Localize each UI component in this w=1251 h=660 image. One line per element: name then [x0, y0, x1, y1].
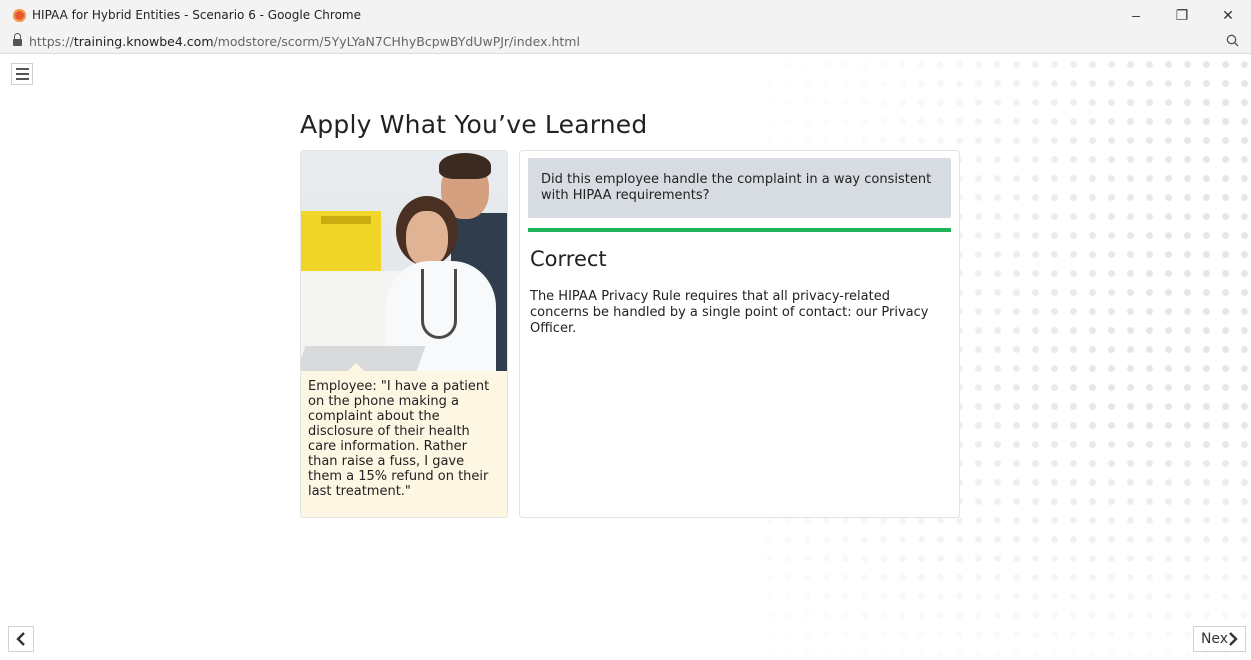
lock-icon[interactable]	[13, 32, 22, 47]
url-path: /modstore/scorm/5YyLYaN7CHhyBcpwBYdUwPJr…	[213, 34, 580, 49]
page-title: Apply What You’ve Learned	[300, 110, 648, 139]
scenario-card: Employee: "I have a patient on the phone…	[300, 150, 508, 518]
feedback-title: Correct	[530, 247, 607, 271]
chevron-right-icon	[1229, 632, 1238, 646]
course-content: Apply What You’ve Learned Employee: "I h…	[0, 55, 1251, 660]
window-controls: – ❐ ✕	[1113, 0, 1251, 30]
close-button[interactable]: ✕	[1205, 0, 1251, 30]
chevron-left-icon	[16, 632, 25, 646]
question-text: Did this employee handle the complaint i…	[528, 158, 951, 218]
question-card: Did this employee handle the complaint i…	[519, 150, 960, 518]
minimize-button[interactable]: –	[1113, 0, 1159, 30]
restore-button[interactable]: ❐	[1159, 0, 1205, 30]
hamburger-menu-icon[interactable]	[11, 63, 33, 85]
scenario-photo	[301, 151, 507, 371]
previous-button[interactable]	[8, 626, 34, 652]
url-domain: training.knowbe4.com	[73, 34, 214, 49]
next-label: Nex	[1200, 631, 1229, 647]
feedback-text: The HIPAA Privacy Rule requires that all…	[530, 289, 929, 336]
window-title: HIPAA for Hybrid Entities - Scenario 6 -…	[32, 8, 361, 22]
caption-pointer	[346, 363, 366, 373]
url-text[interactable]: https://training.knowbe4.com/modstore/sc…	[29, 34, 580, 49]
address-bar[interactable]: https://training.knowbe4.com/modstore/sc…	[0, 30, 1251, 54]
magnifier-icon[interactable]	[1226, 34, 1239, 50]
url-prefix: https://	[29, 34, 74, 49]
correct-indicator-bar	[528, 228, 951, 232]
chrome-favicon-icon	[13, 8, 26, 22]
scenario-caption: Employee: "I have a patient on the phone…	[308, 379, 490, 499]
next-button[interactable]: Nex	[1193, 626, 1246, 652]
browser-titlebar: HIPAA for Hybrid Entities - Scenario 6 -…	[0, 0, 1251, 30]
